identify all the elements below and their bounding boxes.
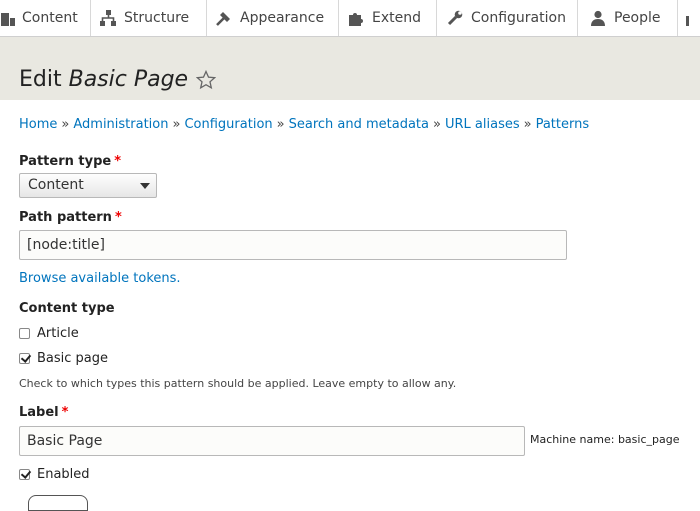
- save-button[interactable]: [28, 495, 88, 511]
- page-title-prefix: Edit: [19, 67, 62, 92]
- toolbar-item-appearance[interactable]: Appearance: [207, 0, 339, 36]
- page-title-entity: Basic Page: [68, 67, 189, 92]
- toolbar-item-more[interactable]: [678, 0, 700, 36]
- breadcrumb: Home» Administration» Configuration» Search…: [19, 117, 589, 132]
- breadcrumb-separator: »: [433, 117, 441, 132]
- toolbar-item-content[interactable]: Content: [0, 0, 91, 36]
- toolbar-item-extend[interactable]: Extend: [339, 0, 437, 36]
- page-title: Edit Basic Page: [19, 67, 217, 92]
- article-checkbox[interactable]: [19, 328, 30, 339]
- breadcrumb-patterns[interactable]: Patterns: [536, 117, 590, 132]
- toolbar-item-configuration[interactable]: Configuration: [437, 0, 578, 36]
- toolbar-item-label: Extend: [372, 10, 421, 26]
- toolbar-item-label: People: [614, 10, 661, 26]
- structure-icon: [100, 10, 116, 26]
- machine-name: Machine name: basic_page: [530, 433, 680, 446]
- breadcrumb-separator: »: [523, 117, 532, 132]
- path-pattern-label-text: Path pattern: [19, 210, 112, 225]
- content-type-label: Content type: [19, 301, 115, 316]
- breadcrumb-administration[interactable]: Administration: [73, 117, 168, 132]
- checkbox-label: Enabled: [37, 467, 90, 482]
- toolbar-item-structure[interactable]: Structure: [91, 0, 207, 36]
- label-input[interactable]: Basic Page: [19, 426, 525, 456]
- chevron-down-icon: [140, 183, 150, 189]
- path-pattern-input[interactable]: [node:title]: [19, 230, 567, 260]
- required-marker: *: [61, 405, 69, 420]
- basic-page-checkbox[interactable]: [19, 353, 30, 364]
- pattern-type-select[interactable]: Content: [19, 173, 157, 198]
- content-type-description: Check to which types this pattern should…: [19, 377, 457, 390]
- admin-toolbar: Content Structure Appearance Extend Conf…: [0, 0, 700, 37]
- people-icon: [590, 10, 606, 26]
- path-pattern-value: [node:title]: [27, 237, 105, 253]
- path-pattern-label: Path pattern *: [19, 210, 122, 225]
- breadcrumb-configuration[interactable]: Configuration: [184, 117, 272, 132]
- breadcrumb-search-metadata[interactable]: Search and metadata: [289, 117, 429, 132]
- toolbar-item-people[interactable]: People: [578, 0, 678, 36]
- label-field-label-text: Label: [19, 405, 59, 420]
- breadcrumb-url-aliases[interactable]: URL aliases: [445, 117, 520, 132]
- toolbar-item-label: Content: [22, 10, 78, 26]
- breadcrumb-separator: »: [276, 117, 285, 132]
- required-marker: *: [114, 210, 122, 225]
- label-field-label: Label *: [19, 405, 68, 420]
- label-value: Basic Page: [27, 433, 103, 449]
- content-icon: [0, 10, 15, 26]
- enabled-checkbox[interactable]: [19, 469, 30, 480]
- enabled-option[interactable]: Enabled: [19, 467, 90, 482]
- star-icon[interactable]: [196, 69, 217, 90]
- pattern-type-value: Content: [28, 177, 84, 193]
- more-icon: [686, 10, 700, 26]
- toolbar-item-label: Configuration: [471, 10, 566, 26]
- pattern-type-label: Pattern type *: [19, 154, 121, 169]
- browse-tokens-link[interactable]: Browse available tokens.: [19, 271, 181, 286]
- checkbox-label: Basic page: [37, 351, 109, 366]
- toolbar-item-label: Appearance: [240, 10, 325, 26]
- appearance-icon: [216, 10, 232, 26]
- required-marker: *: [114, 154, 122, 169]
- breadcrumb-separator: »: [61, 117, 70, 132]
- breadcrumb-separator: »: [172, 117, 181, 132]
- extend-icon: [348, 10, 364, 26]
- toolbar-item-label: Structure: [124, 10, 190, 26]
- pattern-type-label-text: Pattern type: [19, 154, 112, 169]
- breadcrumb-home[interactable]: Home: [19, 117, 57, 132]
- content-type-basic-page[interactable]: Basic page: [19, 351, 108, 366]
- configuration-icon: [447, 10, 463, 26]
- checkbox-label: Article: [37, 326, 79, 341]
- content-type-article[interactable]: Article: [19, 326, 79, 341]
